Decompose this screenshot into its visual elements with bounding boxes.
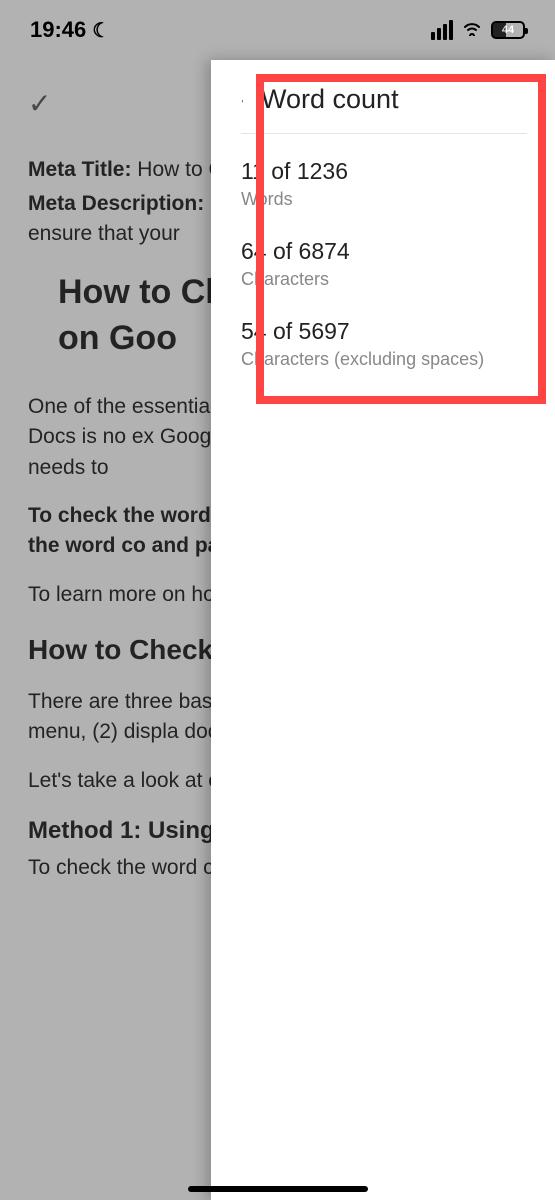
back-icon[interactable]: ‹ [241,87,243,113]
stat-words-label: Words [241,189,527,210]
battery-percentage: 44 [502,24,514,36]
panel-header: ‹ Word count [241,84,527,134]
stat-characters-label: Characters [241,269,527,290]
stat-words-value: 11 of 1236 [241,158,527,185]
stat-characters-no-spaces-label: Characters (excluding spaces) [241,349,527,370]
wifi-icon [461,19,483,42]
do-not-disturb-icon: ☾ [92,18,110,43]
status-time: 19:46 [30,17,86,43]
panel-title: Word count [261,84,399,115]
stat-characters-no-spaces: 54 of 5697 Characters (excluding spaces) [241,294,527,374]
home-indicator[interactable] [188,1186,368,1192]
stat-characters-no-spaces-value: 54 of 5697 [241,318,527,345]
status-bar: 19:46 ☾ 44 [0,0,555,60]
stat-words: 11 of 1236 Words [241,134,527,214]
battery-icon: 44 [491,21,525,39]
word-count-panel: ‹ Word count 11 of 1236 Words 64 of 6874… [211,60,555,1200]
status-time-group: 19:46 ☾ [30,17,110,43]
screen: ✓ Meta Title: How to C [EasyGuide] Meta … [0,0,555,1200]
status-indicators: 44 [431,19,525,42]
stat-characters-value: 64 of 6874 [241,238,527,265]
cellular-signal-icon [431,20,453,40]
stat-characters: 64 of 6874 Characters [241,214,527,294]
